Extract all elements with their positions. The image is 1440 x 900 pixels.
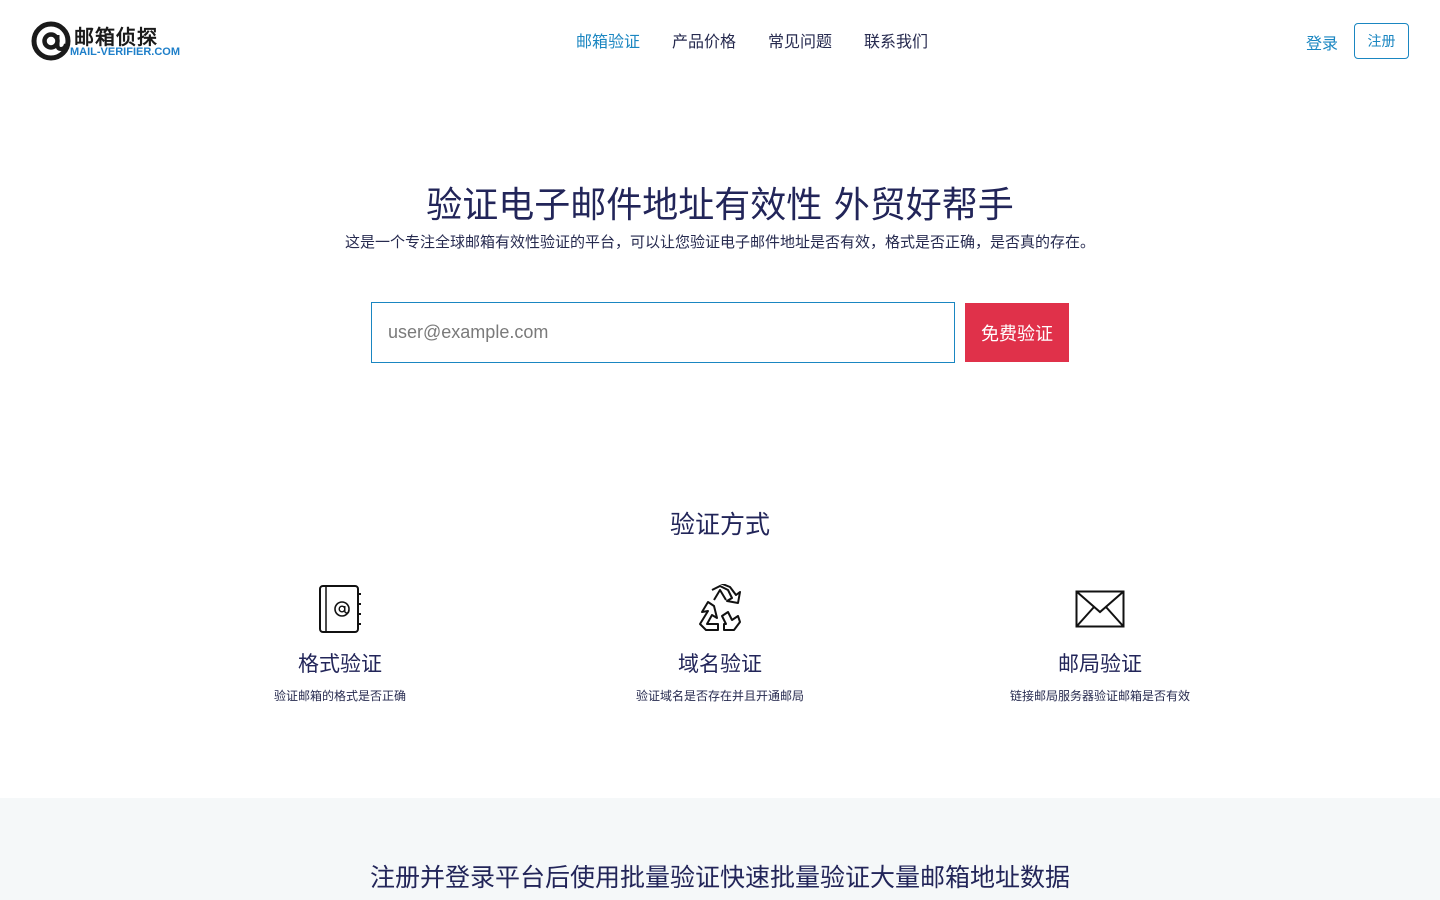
nav-item-faq[interactable]: 常见问题: [768, 28, 832, 52]
method-mailserver: 邮局验证 链接邮局服务器验证邮箱是否有效: [910, 582, 1290, 704]
site-header: 邮箱侦探 MAIL-VERIFIER.COM 邮箱验证 产品价格 常见问题 联系…: [0, 0, 1440, 80]
email-input[interactable]: [371, 302, 955, 363]
methods-title: 验证方式: [669, 510, 770, 539]
hero-description: 这是一个专注全球邮箱有效性验证的平台，可以让您验证电子邮件地址是否有效，格式是否…: [344, 233, 1095, 251]
main-nav: 邮箱验证 产品价格 常见问题 联系我们: [560, 28, 944, 52]
login-link[interactable]: 登录: [1306, 30, 1338, 54]
method-description: 验证邮箱的格式是否正确: [273, 689, 406, 703]
recycle-icon: [699, 584, 741, 631]
nav-item-email-verify[interactable]: 邮箱验证: [576, 28, 640, 52]
batch-verify-title: 注册并登录平台后使用批量验证快速批量验证大量邮箱地址数据: [369, 863, 1070, 892]
logo-subtitle: MAIL-VERIFIER.COM: [70, 46, 180, 58]
batch-verify-section: 注册并登录平台后使用批量验证快速批量验证大量邮箱地址数据: [0, 798, 1440, 900]
method-title: 格式验证: [298, 652, 382, 676]
method-description: 链接邮局服务器验证邮箱是否有效: [1009, 689, 1190, 703]
envelope-icon: [1075, 590, 1125, 628]
method-domain: 域名验证 验证域名是否存在并且开通邮局: [530, 582, 910, 704]
logo[interactable]: 邮箱侦探 MAIL-VERIFIER.COM: [30, 20, 180, 62]
method-title: 邮局验证: [1058, 652, 1142, 676]
nav-item-contact[interactable]: 联系我们: [864, 28, 928, 52]
method-format: 格式验证 验证邮箱的格式是否正确: [150, 582, 530, 704]
address-book-icon: [319, 585, 361, 633]
method-description: 验证域名是否存在并且开通邮局: [635, 689, 804, 703]
free-verify-button[interactable]: 免费验证: [965, 303, 1069, 362]
at-sign-icon: [31, 21, 71, 61]
nav-item-pricing[interactable]: 产品价格: [672, 28, 736, 52]
register-button[interactable]: 注册: [1354, 23, 1409, 59]
method-title: 域名验证: [678, 652, 762, 676]
hero-title: 验证电子邮件地址有效性 外贸好帮手: [426, 185, 1014, 226]
